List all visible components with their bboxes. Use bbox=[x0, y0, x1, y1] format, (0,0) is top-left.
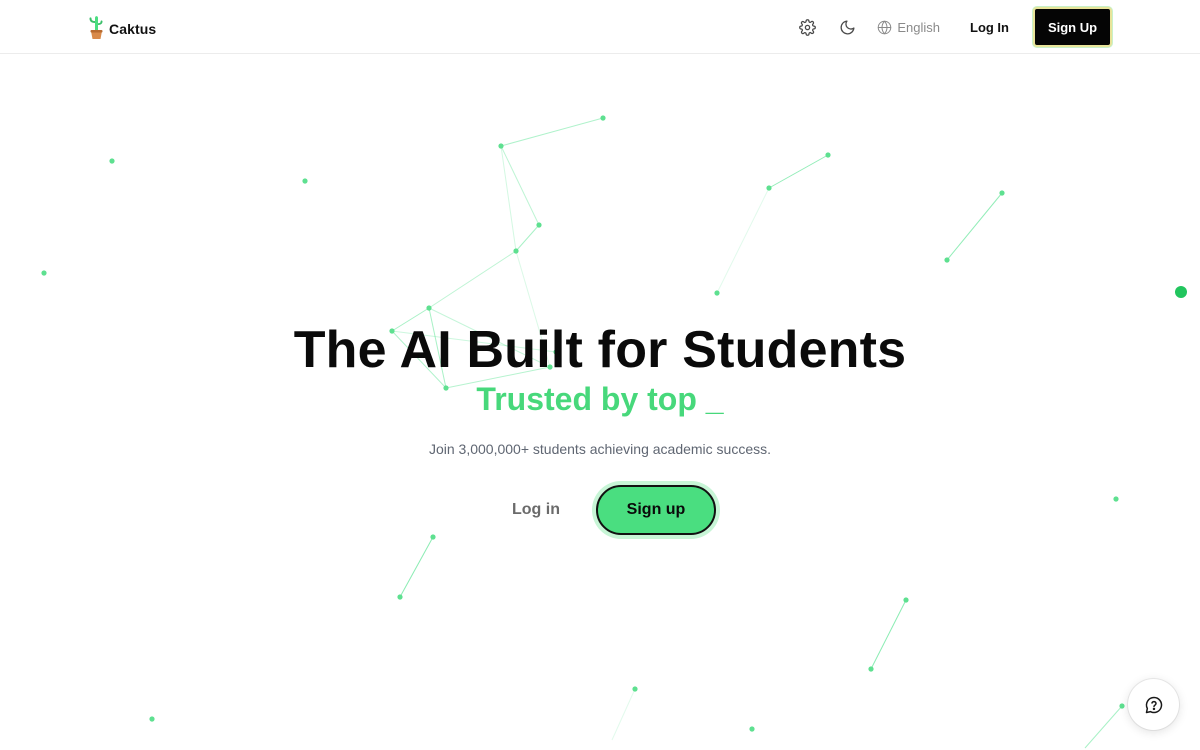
language-selected-label: English bbox=[897, 19, 940, 35]
help-chat-icon bbox=[1145, 696, 1162, 713]
network-node bbox=[825, 152, 831, 158]
network-node bbox=[149, 716, 155, 722]
top-navigation-bar: Caktus English Log In Sign Up bbox=[0, 0, 1200, 54]
network-node bbox=[600, 115, 606, 121]
network-node bbox=[536, 222, 542, 228]
network-link bbox=[946, 192, 1003, 261]
hero-signup-button[interactable]: Sign up bbox=[596, 485, 716, 535]
header-actions: English Log In Sign Up bbox=[795, 7, 1112, 47]
network-link bbox=[500, 117, 604, 147]
cactus-logo-icon bbox=[89, 16, 103, 39]
network-link bbox=[399, 536, 434, 598]
hero-description: Join 3,000,000+ students achieving acade… bbox=[428, 441, 772, 457]
network-node bbox=[513, 248, 519, 254]
network-link bbox=[428, 250, 517, 309]
network-node bbox=[999, 190, 1005, 196]
network-node bbox=[397, 594, 403, 600]
hero-login-button[interactable]: Log in bbox=[500, 496, 572, 524]
theme-toggle-button[interactable] bbox=[835, 15, 859, 39]
network-node bbox=[426, 305, 432, 311]
network-link bbox=[1084, 705, 1123, 749]
network-node bbox=[1113, 496, 1119, 502]
network-link bbox=[870, 599, 907, 670]
network-node bbox=[632, 686, 638, 692]
network-node bbox=[302, 178, 308, 184]
header-login-button[interactable]: Log In bbox=[970, 20, 1009, 35]
network-link bbox=[515, 224, 540, 252]
globe-icon bbox=[878, 20, 892, 34]
network-node bbox=[944, 257, 950, 263]
language-selector[interactable]: English bbox=[877, 20, 940, 35]
network-node bbox=[766, 185, 772, 191]
hero-typing-subtitle: Trusted by top _ bbox=[476, 381, 724, 417]
network-node bbox=[1119, 703, 1125, 709]
network-link bbox=[611, 688, 636, 741]
moon-icon bbox=[840, 19, 855, 34]
gear-icon bbox=[798, 18, 816, 36]
network-link bbox=[716, 187, 770, 294]
network-node bbox=[109, 158, 115, 164]
hero-title: The AI Built for Students bbox=[293, 321, 907, 379]
network-node bbox=[430, 534, 436, 540]
brand-name: Caktus bbox=[109, 21, 157, 37]
settings-button[interactable] bbox=[795, 15, 819, 39]
network-link bbox=[768, 154, 829, 189]
network-node bbox=[749, 726, 755, 732]
network-node bbox=[868, 666, 874, 672]
brand-home-link[interactable]: Caktus bbox=[86, 14, 156, 40]
network-node bbox=[498, 143, 504, 149]
network-node bbox=[41, 270, 47, 276]
network-node-large bbox=[1175, 286, 1187, 298]
help-chat-button[interactable] bbox=[1128, 679, 1179, 730]
network-node bbox=[903, 597, 909, 603]
network-node bbox=[714, 290, 720, 296]
header-signup-button[interactable]: Sign Up bbox=[1033, 7, 1112, 47]
